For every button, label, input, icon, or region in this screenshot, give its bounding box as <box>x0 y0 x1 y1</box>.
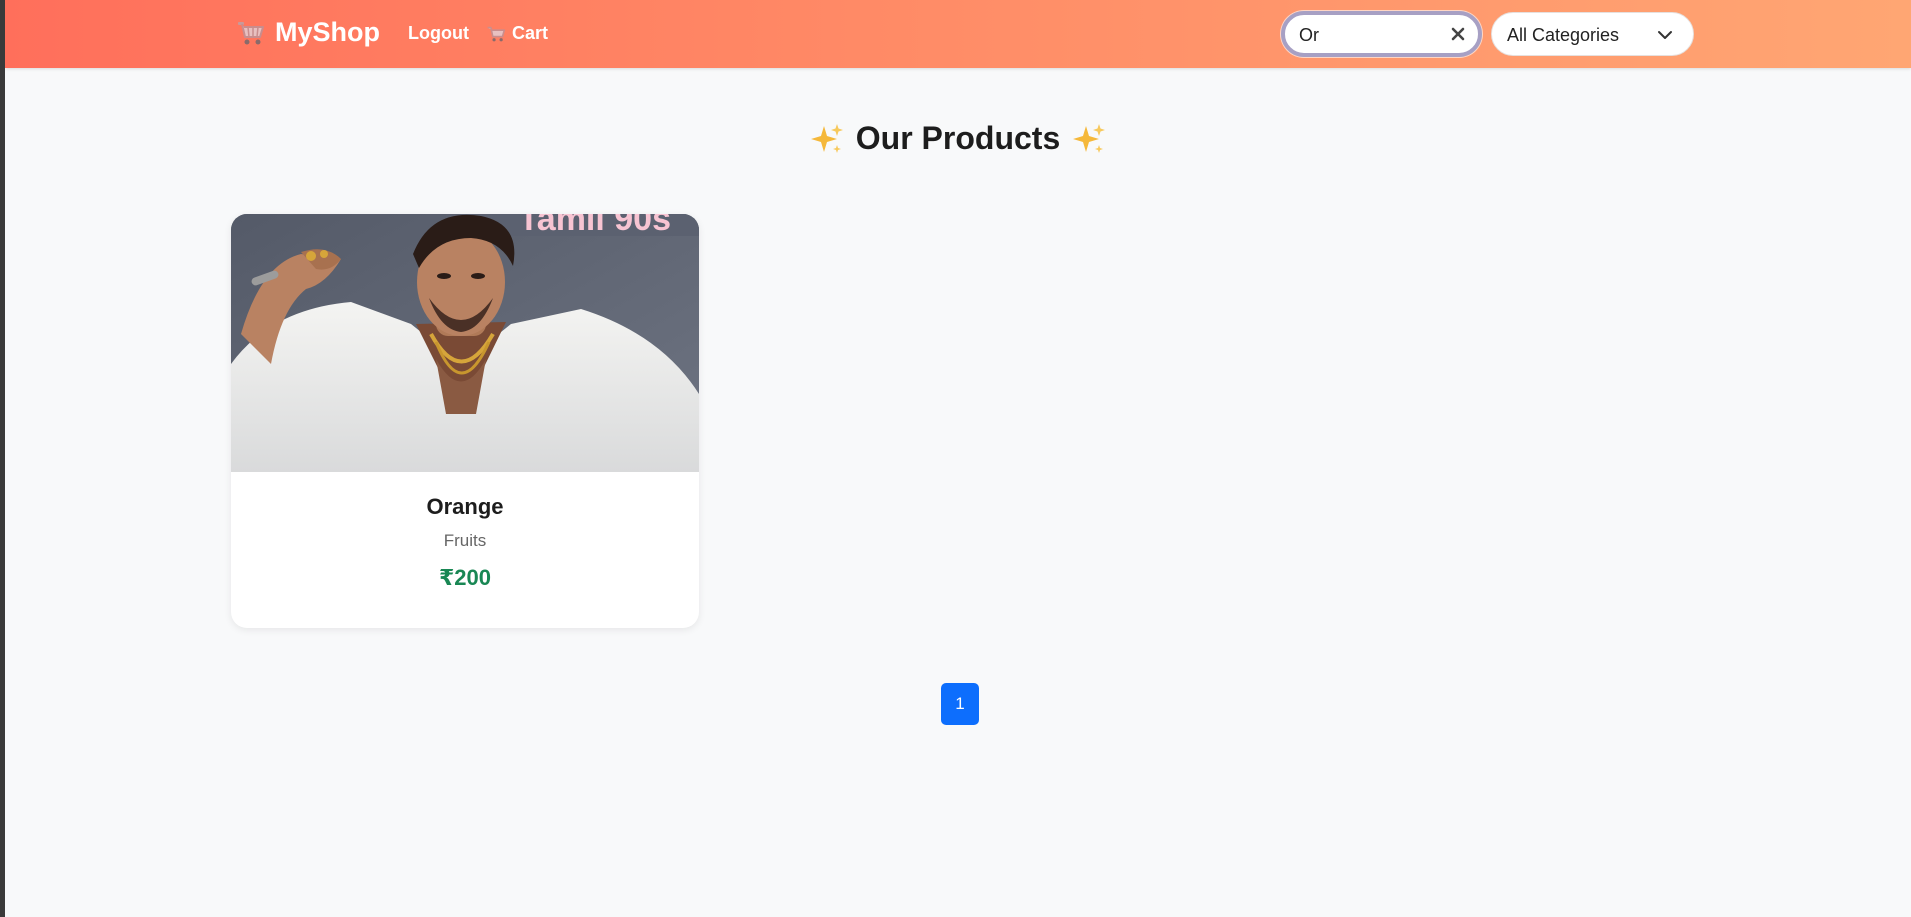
product-category: Fruits <box>443 531 487 550</box>
page-title-text: Our Products <box>855 120 1061 156</box>
logout-label: Logout <box>408 23 469 43</box>
product-image: Tamil 90s <box>231 214 699 472</box>
product-price: ₹200 <box>438 565 491 590</box>
product-card[interactable]: Tamil 90s Orange Fruits ₹200 <box>231 214 699 628</box>
navbar: MyShop Logout Cart All Categories <box>5 0 1911 68</box>
chevron-down-icon <box>1658 31 1672 39</box>
product-name: Orange <box>426 494 504 519</box>
cart-label: Cart <box>512 23 549 43</box>
cart-icon <box>487 26 506 41</box>
page-title: Our Products <box>5 120 1911 157</box>
category-select-value: All Categories <box>1507 25 1620 45</box>
pagination-page-button[interactable]: 1 <box>941 683 979 725</box>
cart-link[interactable]: Cart <box>486 23 548 44</box>
category-select[interactable]: All Categories <box>1491 12 1694 56</box>
product-photo: Tamil 90s <box>231 214 699 472</box>
search-box <box>1281 11 1482 57</box>
clear-search-icon[interactable] <box>1448 24 1468 44</box>
sparkles-icon <box>810 123 843 153</box>
sparkles-icon <box>1073 123 1106 153</box>
search-input[interactable] <box>1297 22 1441 48</box>
image-caption: Tamil 90s <box>519 214 671 238</box>
shopping-cart-icon <box>238 21 264 44</box>
logout-link[interactable]: Logout <box>408 23 469 44</box>
app-viewport: MyShop Logout Cart All Categories <box>5 0 1911 917</box>
brand-name: MyShop <box>275 17 380 47</box>
brand-link[interactable]: MyShop <box>235 17 380 48</box>
